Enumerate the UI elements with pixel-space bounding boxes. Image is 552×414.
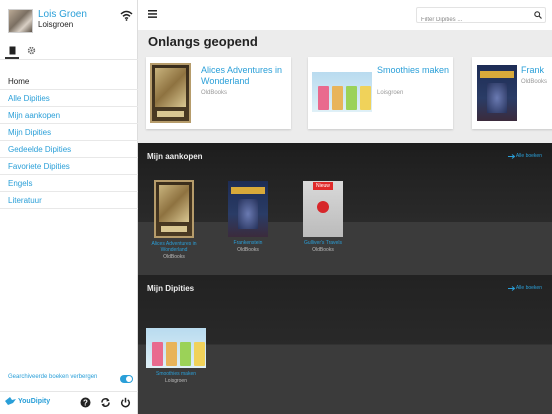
book-cover: [228, 181, 268, 237]
sidebar-item-literatuur[interactable]: Literatuur: [0, 192, 138, 209]
book-cover: [150, 63, 191, 123]
all-books-link[interactable]: Alle boeken: [507, 153, 542, 159]
top-bar: [138, 0, 552, 30]
tab-books[interactable]: [5, 43, 19, 59]
gear-icon: [27, 46, 35, 54]
book-cover: [146, 328, 206, 368]
archive-toggle[interactable]: [120, 375, 133, 383]
search-icon[interactable]: [534, 11, 542, 19]
svg-text:?: ?: [83, 398, 88, 407]
book-item[interactable]: Frankenstein OldBooks: [216, 181, 280, 253]
arrow-right-icon: [507, 153, 515, 159]
profile-username: Loisgroen: [38, 20, 74, 29]
purchases-section: Mijn aankopen Alle boeken Alices Adventu…: [138, 143, 552, 275]
help-icon[interactable]: ?: [80, 397, 91, 408]
bird-icon: [5, 397, 16, 405]
sidebar-nav: Home Alle Dipities Mijn aankopen Mijn Di…: [0, 73, 138, 209]
all-books-label: Alle boeken: [515, 285, 542, 291]
book-cover: [154, 180, 194, 238]
book-title: Alices Adventures in Wonderland: [151, 241, 197, 253]
book-title: Gulliver's Travels: [304, 240, 342, 246]
sidebar: Lois Groen Loisgroen Home Alle Dipities …: [0, 0, 138, 414]
wifi-icon: [120, 10, 133, 21]
my-dipities-section: Mijn Dipities Alle boeken Smoothies make…: [138, 275, 552, 414]
sidebar-footer: YouDipity ?: [0, 391, 138, 414]
book-icon: [9, 46, 15, 54]
archive-label: Gearchiveerde boeken verbergen: [8, 374, 98, 380]
sync-icon[interactable]: [100, 397, 111, 408]
sidebar-item-alle-dipities[interactable]: Alle Dipities: [0, 90, 138, 107]
recent-title: Alices Adventures in Wonderland: [201, 65, 283, 86]
avatar[interactable]: [8, 9, 33, 33]
arrow-right-icon: [507, 285, 515, 291]
book-publisher: OldBooks: [163, 254, 185, 260]
recent-subtitle: Loisgroen: [377, 90, 404, 96]
recent-card[interactable]: Frank OldBooks: [472, 57, 552, 129]
youdipity-logo: YouDipity: [5, 397, 50, 406]
recent-title: Frank: [521, 65, 545, 75]
book-cover: [312, 72, 372, 112]
sidebar-tabs: [0, 40, 138, 60]
sidebar-item-mijn-aankopen[interactable]: Mijn aankopen: [0, 107, 138, 124]
sidebar-item-gedeelde-dipities[interactable]: Gedeelde Dipities: [0, 141, 138, 158]
book-title: Frankenstein: [233, 240, 263, 246]
power-icon[interactable]: [120, 397, 131, 408]
sidebar-item-favoriete-dipities[interactable]: Favoriete Dipities: [0, 158, 138, 175]
recent-subtitle: OldBooks: [521, 79, 548, 85]
search-box: [416, 7, 546, 27]
sidebar-item-engels[interactable]: Engels: [0, 175, 138, 192]
new-badge: Nieuw: [313, 182, 333, 190]
menu-icon[interactable]: [148, 10, 157, 18]
recent-title: Smoothies maken: [377, 65, 450, 75]
sidebar-item-home[interactable]: Home: [0, 73, 138, 90]
section-title: Mijn Dipities: [147, 284, 195, 293]
book-publisher: OldBooks: [312, 247, 334, 253]
section-title: Onlangs geopend: [148, 34, 258, 49]
book-cover: [477, 65, 517, 121]
section-title: Mijn aankopen: [147, 152, 203, 161]
logo-text: YouDipity: [18, 398, 51, 405]
all-books-label: Alle boeken: [515, 153, 542, 159]
all-books-link[interactable]: Alle boeken: [507, 285, 542, 291]
tab-settings[interactable]: [24, 43, 38, 57]
book-item[interactable]: Smoothies maken Loisgroen: [144, 328, 208, 384]
book-publisher: Loisgroen: [165, 378, 187, 384]
recent-card[interactable]: Alices Adventures in Wonderland OldBooks: [146, 57, 291, 129]
book-item[interactable]: Nieuw Gulliver's Travels OldBooks: [291, 181, 355, 253]
recent-card[interactable]: Smoothies maken Loisgroen: [308, 57, 453, 129]
book-item[interactable]: Alices Adventures in Wonderland OldBooks: [142, 180, 206, 260]
search-input[interactable]: [417, 13, 527, 27]
book-publisher: OldBooks: [237, 247, 259, 253]
archive-filter: Gearchiveerde boeken verbergen: [0, 372, 138, 386]
sidebar-item-mijn-dipities[interactable]: Mijn Dipities: [0, 124, 138, 141]
book-title: Smoothies maken: [155, 371, 197, 377]
profile-name[interactable]: Lois Groen: [38, 9, 87, 20]
recently-opened: Onlangs geopend Alices Adventures in Won…: [138, 30, 552, 143]
profile[interactable]: Lois Groen Loisgroen: [0, 0, 138, 40]
recent-subtitle: OldBooks: [201, 90, 228, 96]
